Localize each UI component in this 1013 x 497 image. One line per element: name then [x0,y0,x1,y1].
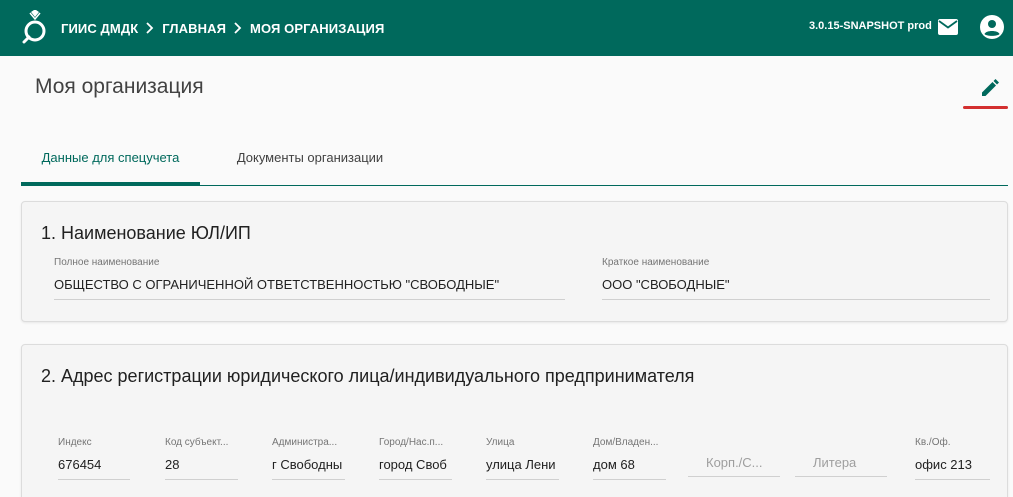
mail-icon[interactable] [938,19,958,35]
field-label: Кв./Оф. [915,437,951,448]
section-title: 1. Наименование ЮЛ/ИП [41,223,251,243]
field-label: Полное наименование [54,257,160,268]
field-placeholder[interactable]: Корп./С... [688,455,780,477]
house-field[interactable]: Дом/Владен... дом 68 [593,437,666,480]
region-code-field[interactable]: Код субъект... 28 [165,437,238,480]
tab-bar: Данные для спецучета Документы организац… [21,130,1008,186]
tab-special-accounting-data[interactable]: Данные для спецучета [21,130,200,185]
building-field[interactable]: Корп./С... [688,455,780,477]
short-name-field[interactable]: Краткое наименование ООО "СВОБОДНЫЕ" [602,257,990,300]
field-label: Город/Нас.п... [379,437,444,448]
field-value[interactable]: город Своб [379,457,452,480]
litera-field[interactable]: Литера [795,455,887,477]
active-tab-indicator [21,182,200,185]
chevron-right-icon [234,22,242,34]
field-value[interactable]: г Свободны [272,457,345,480]
field-value[interactable]: 676454 [58,457,130,480]
section-legal-name-card: 1. Наименование ЮЛ/ИП Полное наименовани… [21,201,1008,322]
edit-pencil-icon[interactable] [980,78,1000,98]
field-label: Код субъект... [165,437,229,448]
full-name-field[interactable]: Полное наименование ОБЩЕСТВО С ОГРАНИЧЕН… [54,257,565,300]
field-value[interactable]: офис 213 [915,457,990,480]
city-field[interactable]: Город/Нас.п... город Своб [379,437,452,480]
edit-button-underline [963,106,1008,109]
breadcrumb: ГИИС ДМДК ГЛАВНАЯ МОЯ ОРГАНИЗАЦИЯ [61,0,384,56]
field-value[interactable]: 28 [165,457,238,480]
diamond-ring-logo-icon[interactable] [21,10,49,44]
field-value[interactable]: дом 68 [593,457,666,480]
field-label: Индекс [58,437,92,448]
street-field[interactable]: Улица улица Лени [486,437,559,480]
breadcrumb-home[interactable]: ГЛАВНАЯ [162,21,226,36]
postal-index-field[interactable]: Индекс 676454 [58,437,130,480]
field-label: Улица [486,437,515,448]
administrative-area-field[interactable]: Администра... г Свободны [272,437,345,480]
breadcrumb-app-name[interactable]: ГИИС ДМДК [61,21,138,36]
field-label: Краткое наименование [602,257,710,268]
chevron-right-icon [146,22,154,34]
field-value[interactable]: ОБЩЕСТВО С ОГРАНИЧЕННОЙ ОТВЕТСТВЕННОСТЬЮ… [54,277,565,300]
field-value[interactable]: ООО "СВОБОДНЫЕ" [602,277,990,300]
field-label: Дом/Владен... [593,437,659,448]
field-value[interactable]: улица Лени [486,457,559,480]
top-app-bar: ГИИС ДМДК ГЛАВНАЯ МОЯ ОРГАНИЗАЦИЯ 3.0.15… [0,0,1013,56]
section-title: 2. Адрес регистрации юридического лица/и… [41,366,695,386]
version-label: 3.0.15-SNAPSHOT prod [809,20,932,32]
breadcrumb-current: МОЯ ОРГАНИЗАЦИЯ [250,20,385,36]
tab-organization-documents[interactable]: Документы организации [211,130,409,185]
field-placeholder[interactable]: Литера [795,455,887,477]
page-title: Моя организация [35,75,204,98]
field-label: Администра... [272,437,338,448]
section-registration-address-card: 2. Адрес регистрации юридического лица/и… [21,344,1008,497]
account-circle-icon[interactable] [980,15,1004,39]
apartment-office-field[interactable]: Кв./Оф. офис 213 [915,437,990,480]
